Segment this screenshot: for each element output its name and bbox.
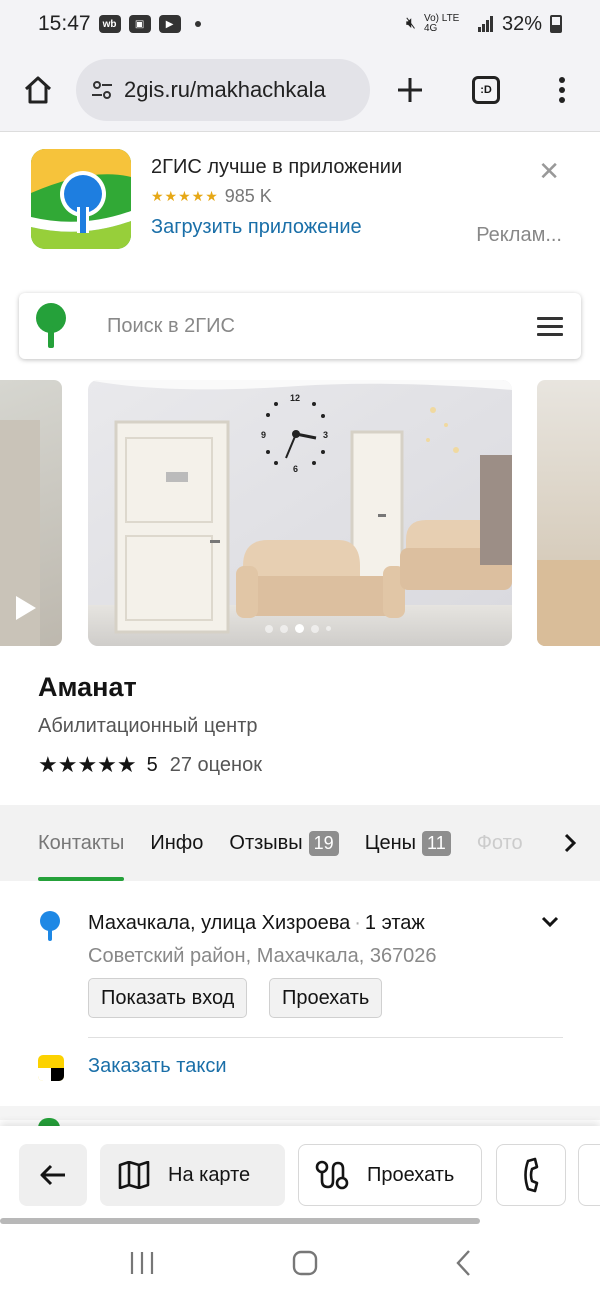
- horizontal-scroll-indicator: [0, 1218, 480, 1224]
- browser-menu-button[interactable]: [524, 76, 600, 104]
- tab-reviews[interactable]: Отзывы 19: [229, 805, 339, 881]
- place-category: Абилитационный центр: [38, 715, 258, 737]
- gallery-icon: ▣: [128, 15, 151, 33]
- promo-rating-count: 985 K: [224, 186, 272, 206]
- wb-app-icon: wb: [98, 15, 121, 33]
- directions-button[interactable]: Проехать: [298, 1144, 482, 1206]
- address-bar[interactable]: 2gis.ru/makhachkala: [76, 58, 370, 121]
- more-vertical-icon: [559, 76, 565, 103]
- hamburger-menu-icon[interactable]: [537, 312, 563, 341]
- back-nav-icon[interactable]: [455, 1249, 471, 1277]
- arrow-left-icon: [40, 1164, 65, 1186]
- battery-percent: 32%: [501, 12, 542, 35]
- gallery-main-photo[interactable]: 12 9 3 6: [88, 380, 512, 646]
- system-nav-bar: [0, 1226, 600, 1299]
- tab-info[interactable]: Инфо: [150, 805, 203, 881]
- tab-label: Контакты: [38, 831, 125, 854]
- download-app-link[interactable]: Загрузить приложение: [151, 216, 362, 239]
- show-entrance-button[interactable]: Показать вход: [88, 978, 248, 1018]
- more-actions-button[interactable]: [578, 1144, 600, 1206]
- ad-label[interactable]: Реклам...: [476, 224, 562, 247]
- map-icon: [118, 1161, 150, 1189]
- home-button[interactable]: [0, 74, 76, 106]
- search-input[interactable]: Поиск в 2ГИС: [107, 315, 235, 338]
- svg-text:9: 9: [261, 430, 266, 440]
- promo-stars: ★★★★★: [151, 188, 219, 204]
- gallery-next-photo[interactable]: [537, 380, 600, 646]
- gallery-video-thumbnail[interactable]: [0, 380, 62, 646]
- chevron-down-icon: [541, 916, 559, 928]
- 2gis-leaf-icon[interactable]: [33, 302, 69, 350]
- tab-label: Инфо: [150, 831, 204, 854]
- route-icon: [315, 1160, 349, 1190]
- search-bar[interactable]: Поиск в 2ГИС: [19, 293, 581, 359]
- tab-label: Фото: [476, 831, 523, 854]
- promo-title: 2ГИС лучше в приложении: [151, 156, 403, 178]
- yandex-taxi-icon: [38, 1055, 64, 1081]
- app-promo-banner: 2ГИС лучше в приложении ★★★★★ 985 K Загр…: [0, 132, 600, 262]
- section-divider: [0, 1106, 600, 1120]
- clock-number: 12: [290, 393, 300, 403]
- tab-contacts[interactable]: Контакты: [38, 805, 125, 881]
- tabs-count: :D: [472, 75, 500, 104]
- status-time: 15:47: [38, 12, 91, 35]
- mute-icon: 🔇︎: [405, 15, 416, 32]
- address-street: Махачкала, улица Хизроева: [88, 912, 351, 934]
- home-nav-icon[interactable]: [292, 1250, 318, 1276]
- address-line[interactable]: Махачкала, улица Хизроева · 1 этаж: [88, 912, 425, 935]
- divider: [88, 1037, 563, 1038]
- svg-text:3: 3: [323, 430, 328, 440]
- back-button[interactable]: [19, 1144, 87, 1206]
- rating-score: 5: [146, 753, 158, 776]
- status-bar: 15:47 wb ▣ ▶ 🔇︎ Vo) LTE 4G 32%: [0, 0, 600, 48]
- signal-icon: [477, 16, 493, 32]
- gallery-pagination: [265, 624, 331, 633]
- place-tabs: Контакты Инфо Отзывы 19 Цены 11 Фото: [0, 805, 600, 881]
- tab-label: Отзывы: [229, 831, 303, 854]
- place-rating[interactable]: ★★★★★ 5 27 оценок: [38, 752, 262, 778]
- home-icon: [24, 76, 52, 103]
- new-tab-button[interactable]: [372, 76, 448, 104]
- bottom-action-bar: На карте Проехать: [0, 1126, 600, 1226]
- recent-apps-icon[interactable]: [129, 1251, 155, 1275]
- route-button[interactable]: Проехать: [269, 978, 383, 1018]
- reviews-count: 27 оценок: [169, 753, 262, 776]
- tab-badge: 11: [422, 830, 451, 856]
- place-title: Аманат: [38, 672, 137, 702]
- tab-badge: 19: [308, 830, 339, 856]
- battery-icon: [550, 15, 562, 33]
- tab-prices[interactable]: Цены 11: [365, 805, 451, 881]
- expand-address-button[interactable]: [540, 912, 560, 937]
- svg-text:6: 6: [293, 464, 298, 474]
- photo-gallery[interactable]: 12 9 3 6: [0, 380, 600, 646]
- 2gis-app-logo[interactable]: [31, 149, 131, 249]
- tab-photos[interactable]: Фото: [477, 805, 523, 881]
- map-button-label: На карте: [168, 1163, 251, 1186]
- browser-toolbar: 2gis.ru/makhachkala :D: [0, 48, 600, 132]
- tab-label: Цены: [364, 831, 417, 854]
- plus-icon: [398, 77, 422, 102]
- address-floor: 1 этаж: [364, 912, 425, 934]
- tabs-scroll-right-button[interactable]: [540, 805, 600, 881]
- directions-button-label: Проехать: [367, 1163, 455, 1186]
- youtube-icon: ▶: [158, 15, 181, 33]
- location-pin-icon: [40, 911, 60, 941]
- url-text: 2gis.ru/makhachkala: [124, 76, 326, 102]
- tabs-button[interactable]: :D: [448, 75, 524, 104]
- address-district: Советский район, Махачкала, 367026: [88, 945, 437, 967]
- network-label: Vo) LTE 4G: [423, 13, 460, 34]
- notification-dot-icon: [194, 21, 201, 27]
- chevron-right-icon: [564, 833, 577, 853]
- rating-stars: ★★★★★: [38, 752, 137, 777]
- order-taxi-link[interactable]: Заказать такси: [88, 1055, 227, 1078]
- call-button[interactable]: [496, 1144, 566, 1206]
- promo-rating: ★★★★★ 985 K: [151, 186, 272, 207]
- phone-icon: [524, 1157, 539, 1193]
- site-settings-icon: [92, 80, 112, 99]
- close-promo-icon[interactable]: ✕: [538, 156, 560, 187]
- show-on-map-button[interactable]: На карте: [100, 1144, 285, 1206]
